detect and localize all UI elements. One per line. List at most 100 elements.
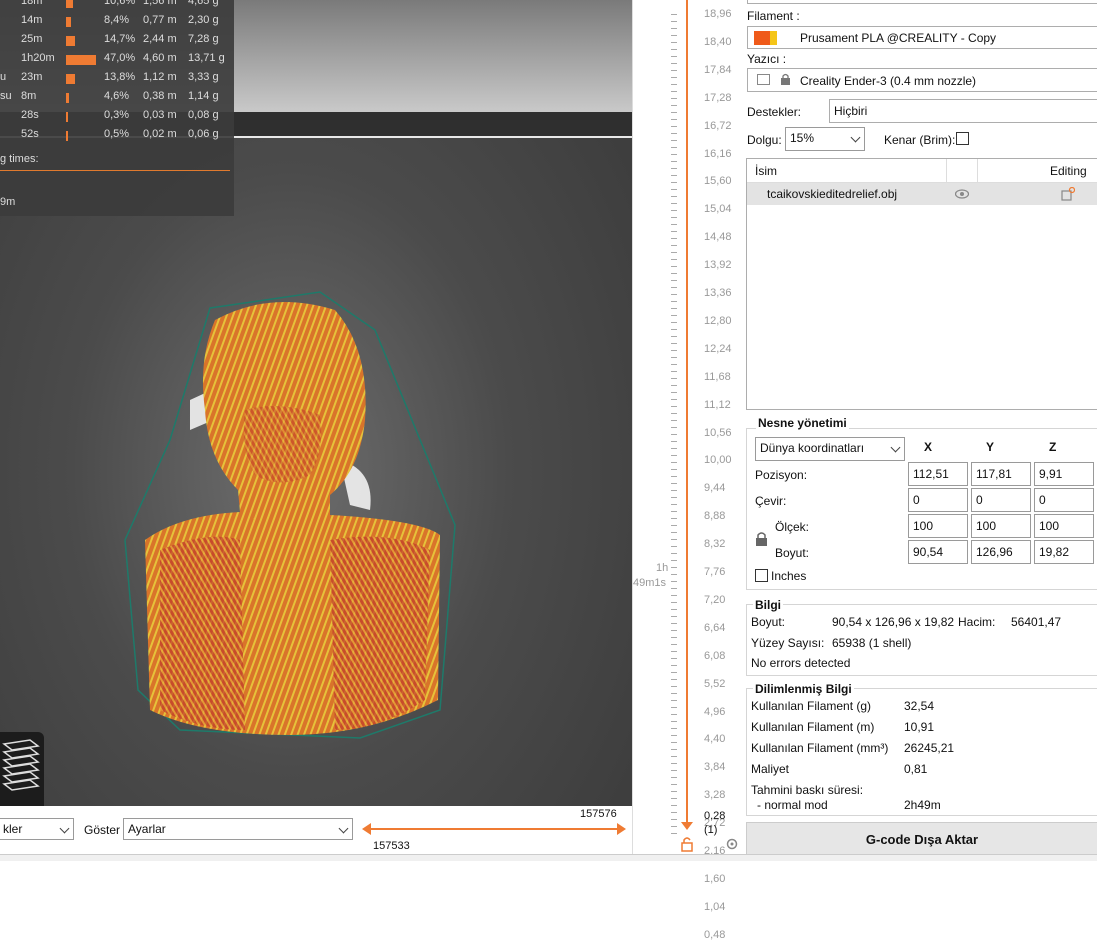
ruler-tick <box>671 42 677 43</box>
legend-pct: 13,8% <box>104 71 136 83</box>
ruler-tick <box>671 385 677 386</box>
position-y-input[interactable]: 117,81 <box>971 462 1031 486</box>
edit-object-icon[interactable] <box>1061 186 1076 204</box>
layer-slider[interactable]: 18,96 18,40 17,84 17,28 16,72 16,16 15,60 15,04… <box>632 0 740 941</box>
settings-panel: Filament : Prusament PLA @CREALITY - Cop… <box>740 0 1097 856</box>
ruler-tick <box>671 238 677 239</box>
export-gcode-button[interactable]: G-code Dışa Aktar <box>746 822 1097 856</box>
legend-row: 52s 0,5% 0,02 m 0,06 g <box>0 128 234 144</box>
printer-select[interactable]: Creality Ender-3 (0.4 mm nozzle) <box>747 68 1097 92</box>
legend-time: 14m <box>21 14 43 26</box>
position-z-input[interactable]: 9,91 <box>1034 462 1094 486</box>
printer-label: Yazıcı : <box>747 52 787 66</box>
ruler-tick <box>671 791 677 792</box>
legend-meters: 0,03 m <box>143 109 177 121</box>
layer-height-label: 14,48 <box>704 231 732 244</box>
brim-checkbox[interactable] <box>956 132 969 145</box>
size-y-input[interactable]: 126,96 <box>971 540 1031 564</box>
horizontal-range-slider[interactable] <box>362 822 626 836</box>
legend-time: 25m <box>21 33 43 45</box>
show-select[interactable]: Ayarlar <box>123 818 353 840</box>
lock-icon[interactable] <box>679 836 695 852</box>
layer-height-label: 18,96 <box>704 8 732 20</box>
ruler-tick <box>671 231 677 232</box>
slider-thumb-icon[interactable] <box>679 820 695 832</box>
ruler-tick <box>671 140 677 141</box>
position-x-input[interactable]: 112,51 <box>908 462 968 486</box>
ruler-tick <box>671 672 677 673</box>
ruler-tick <box>671 581 677 582</box>
3d-viewport[interactable]: 18m 10,6% 1,56 m 4,65 g 14m 8,4% 0,77 m 2,30 g 2… <box>0 0 632 806</box>
ruler-tick <box>671 49 677 50</box>
layer-height-label: 17,84 <box>704 63 732 76</box>
ruler-tick <box>671 14 677 15</box>
ruler-tick <box>671 525 677 526</box>
ruler-tick <box>671 651 677 652</box>
layer-height-label: 10,00 <box>704 454 732 467</box>
column-editing[interactable]: Editing <box>1050 164 1087 178</box>
filament-color-swatch <box>754 31 770 45</box>
infill-select[interactable]: 15% <box>785 127 865 151</box>
layer-bottom-value: 0,28 <box>704 810 726 822</box>
rotate-y-input[interactable]: 0 <box>971 488 1031 512</box>
column-name[interactable]: İsim <box>755 164 777 178</box>
size-z-input[interactable]: 19,82 <box>1034 540 1094 564</box>
layer-height-label: 11,12 <box>704 398 731 411</box>
sliced-row-label: Kullanılan Filament (g) <box>751 699 872 713</box>
scale-z-input[interactable]: 100 <box>1034 514 1094 538</box>
layer-height-label: 4,40 <box>704 733 726 746</box>
rotate-z-input[interactable]: 0 <box>1034 488 1094 512</box>
ruler-tick <box>671 441 677 442</box>
ruler-tick <box>671 406 677 407</box>
coordinates-select[interactable]: Dünya koordinatları <box>755 437 905 461</box>
object-list[interactable]: İsim Editing tcaikovskieditedrelief.obj <box>746 158 1097 410</box>
rotate-x-input[interactable]: 0 <box>908 488 968 512</box>
filament-color-swatch-2 <box>770 31 777 45</box>
brim-label: Kenar (Brim): <box>884 133 956 147</box>
ruler-tick <box>671 469 677 470</box>
layer-bottom-count: (1) <box>704 824 718 836</box>
size-x-input[interactable]: 90,54 <box>908 540 968 564</box>
sliced-bust-model[interactable] <box>120 290 460 740</box>
legend-time: 8m <box>21 90 37 102</box>
layer-height-label: 6,08 <box>704 649 726 662</box>
layer-height-label: 5,52 <box>704 677 726 690</box>
layer-height-label: 17,28 <box>704 91 732 104</box>
layer-slider-track[interactable] <box>686 0 688 826</box>
scale-lock-icon[interactable] <box>755 531 768 550</box>
legend-grams: 2,30 g <box>188 14 219 26</box>
view-type-select[interactable]: kler <box>0 818 74 840</box>
ruler-tick <box>671 245 677 246</box>
layer-height-label: 4,96 <box>704 705 726 718</box>
layers-icon[interactable] <box>0 732 44 806</box>
scale-y-input[interactable]: 100 <box>971 514 1031 538</box>
ruler-tick <box>671 658 677 659</box>
filament-select[interactable]: Prusament PLA @CREALITY - Copy <box>747 26 1097 49</box>
inches-checkbox[interactable] <box>755 569 768 582</box>
ruler-tick <box>671 98 677 99</box>
supports-select[interactable]: Hiçbiri <box>829 99 1097 123</box>
rotate-label: Çevir: <box>755 494 787 508</box>
eye-icon[interactable] <box>954 188 970 202</box>
ruler-tick <box>671 357 677 358</box>
legend-time-value: 9m <box>0 196 16 208</box>
layer-height-label: 0,48 <box>704 928 726 941</box>
scale-x-input[interactable]: 100 <box>908 514 968 538</box>
legend-time: 23m <box>21 71 43 83</box>
legend-row: 25m 14,7% 2,44 m 7,28 g <box>0 33 234 49</box>
legend-grams: 3,33 g <box>188 71 219 83</box>
sliced-row-value: 0,81 <box>904 762 928 776</box>
legend-time: 52s <box>21 128 39 140</box>
supports-value: Hiçbiri <box>834 104 868 118</box>
range-top-value: 157576 <box>580 808 617 820</box>
layer-height-label: 16,16 <box>704 147 732 160</box>
legend-pct: 0,3% <box>104 109 130 121</box>
ruler-tick <box>671 147 677 148</box>
ruler-tick <box>671 427 677 428</box>
normal-mode-value: 2h49m <box>904 798 941 812</box>
legend-pct: 10,6% <box>104 0 136 7</box>
legend-time: 28s <box>21 109 39 121</box>
layer-height-label: 1,60 <box>704 872 726 885</box>
object-row[interactable]: tcaikovskieditedrelief.obj <box>747 183 1097 205</box>
gear-icon[interactable] <box>725 837 739 851</box>
